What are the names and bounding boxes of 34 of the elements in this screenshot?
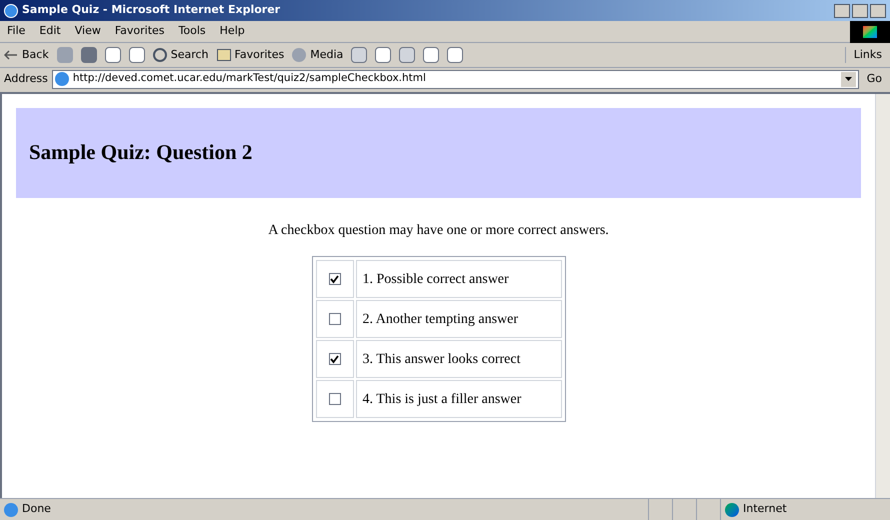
zone-text: Internet: [743, 501, 787, 518]
answer-cell: 2. Another tempting answer: [356, 300, 562, 338]
back-arrow-icon: [4, 50, 18, 60]
answer-cell: 3. This answer looks correct: [356, 340, 562, 378]
menu-item[interactable]: Favorites: [108, 23, 172, 40]
windows-logo-icon: [850, 20, 890, 42]
back-button[interactable]: Back: [4, 46, 49, 64]
address-label: Address: [4, 70, 48, 87]
menu-item[interactable]: File: [0, 23, 32, 40]
search-button[interactable]: Search: [152, 46, 209, 64]
menu-item[interactable]: Help: [212, 23, 252, 40]
media-button[interactable]: Media: [292, 46, 344, 64]
minimize-button[interactable]: [834, 4, 850, 18]
go-button[interactable]: Go: [862, 70, 886, 88]
answer-checkbox[interactable]: [328, 313, 340, 325]
menu-item[interactable]: View: [68, 23, 108, 40]
address-field[interactable]: http://deved.comet.ucar.edu/markTest/quiz2/sampleCheckbox.html: [52, 70, 859, 88]
answer-checkbox[interactable]: [328, 273, 340, 285]
instructions-text: A checkbox question may have one or more correct answers.: [267, 222, 610, 240]
scrollbar[interactable]: [875, 94, 890, 498]
maximize-button[interactable]: [852, 4, 868, 18]
answer-checkbox[interactable]: [328, 353, 340, 365]
menu-item[interactable]: Tools: [172, 23, 213, 40]
answer-cell: 1. Possible correct answer: [356, 260, 562, 298]
favorites-button[interactable]: Favorites: [216, 46, 284, 64]
globe-icon: [725, 502, 739, 516]
menu-item[interactable]: Edit: [32, 23, 68, 40]
close-button[interactable]: [870, 4, 886, 18]
window-title: Sample Quiz - Microsoft Internet Explorer: [22, 2, 280, 18]
links-button[interactable]: Links: [844, 46, 886, 64]
quiz-heading: Sample Quiz: Question 2: [29, 139, 252, 166]
answer-checkbox[interactable]: [328, 393, 340, 405]
answer-cell: 4. This is just a filler answer: [356, 380, 562, 418]
status-text: Done: [22, 501, 51, 518]
